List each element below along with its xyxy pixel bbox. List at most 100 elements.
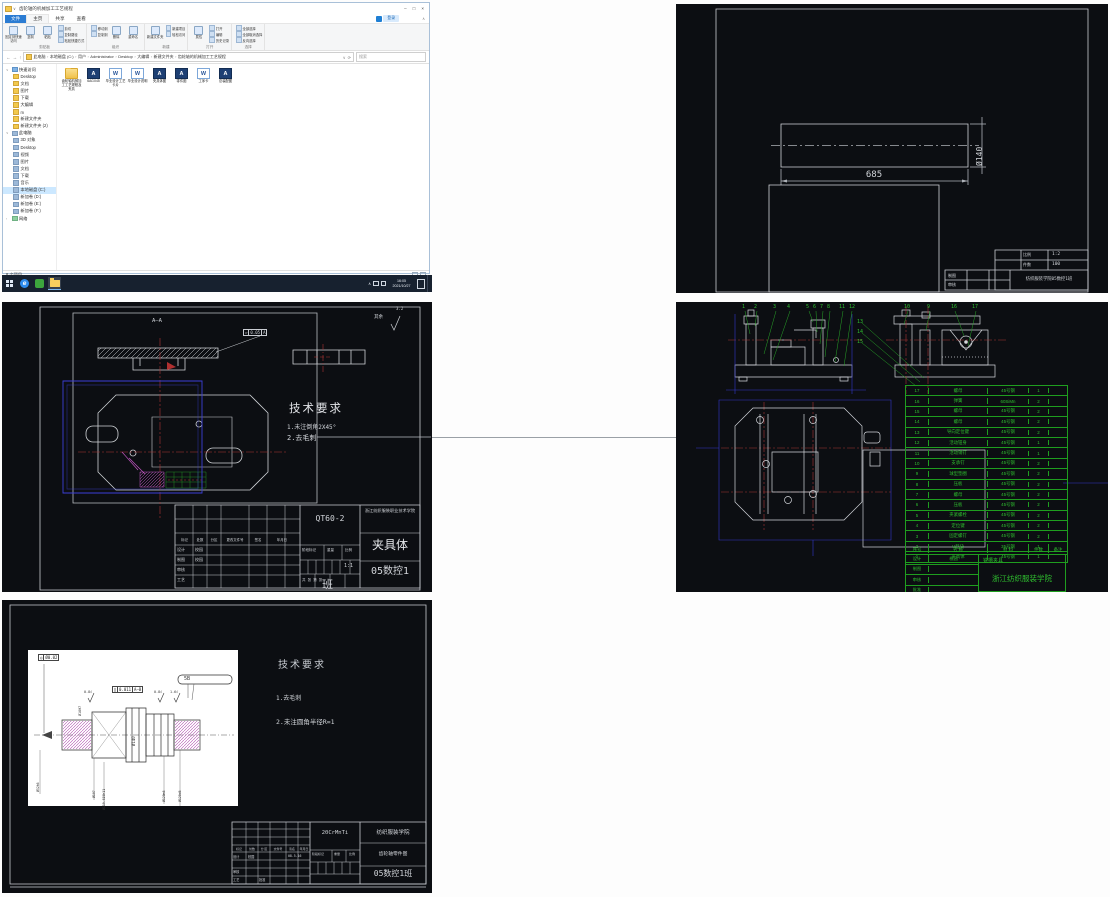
tray-expand-icon[interactable]: ∧ [368,281,371,286]
tab-share[interactable]: 共享 [49,15,70,23]
file-item[interactable]: 总装配图 [215,68,236,84]
sidebar-item[interactable]: 下载 [3,94,56,101]
sidebar-item[interactable]: 新加卷 (F:) [3,208,56,215]
file-item[interactable]: 毕业设计工艺卡片 [105,68,126,88]
title-bar: ∨ 齿轮轴的机械加工工艺规程 – □ × [3,3,429,14]
file-item[interactable]: 齿轮轴机械加工工艺规程及夹具 [61,68,82,92]
maximize-button[interactable]: □ [413,6,416,11]
history-button[interactable]: 历史记录 [209,37,229,43]
tab-view[interactable]: 查看 [71,15,92,23]
forward-button[interactable]: → [13,55,18,60]
sidebar-item[interactable]: 新建文件夹 (2) [3,123,56,130]
ime-icon[interactable] [373,281,379,287]
up-button[interactable]: ↑ [19,55,21,60]
copy-to-button[interactable]: 复制到 [91,31,107,37]
network-item[interactable]: › 网络 [3,215,56,222]
tab-home[interactable]: 主页 [26,14,49,23]
section-label: A—A [152,318,162,324]
approve-label: 批准 [259,877,265,882]
balloon-number: 10 [904,304,910,310]
material-spec: 20CrMnTi [312,830,358,836]
sidebar-item[interactable]: 新建文件夹 [3,116,56,123]
close-button[interactable]: × [421,6,424,11]
easy-access-button[interactable]: 轻松访问 [166,31,186,37]
delete-button[interactable]: 删除 [108,25,125,44]
drafter-label: 制图 [948,273,956,279]
sidebar-item[interactable]: 视频 [3,151,56,158]
sidebar-item[interactable]: Desktop [3,144,56,151]
sidebar-item[interactable]: 3D 对象 [3,137,56,144]
breadcrumb-segment[interactable]: 此电脑 [33,54,49,60]
breadcrumb-segment[interactable]: 齿轮轴的机械加工工艺规程 [178,54,229,60]
sidebar-item[interactable]: 文档 [3,80,56,87]
breadcrumb-segment[interactable]: 本地磁盘 (C:) [50,54,78,60]
volume-icon[interactable] [381,281,387,287]
app-taskbar-button[interactable] [33,277,46,290]
this-pc-header[interactable]: ∨ 此电脑 [3,130,56,137]
rename-button[interactable]: 重命名 [125,25,142,44]
tech-requirements-title: 技术要求 [278,656,326,671]
sidebar-item[interactable]: 文档 [3,165,56,172]
search-input[interactable]: 搜索 [356,52,426,62]
paste-shortcut-button[interactable]: 粘贴快捷方式 [58,37,84,43]
dropdown-icon[interactable]: ∨ [343,55,346,60]
folder-icon [13,95,19,101]
back-button[interactable]: ← [6,55,11,60]
breadcrumb-segment[interactable]: 用户 [78,54,90,60]
breadcrumb-segment[interactable]: Administrator [90,54,118,60]
network-icon [12,216,18,222]
dim-4: Ø120m6 [162,790,166,802]
taskbar-clock[interactable]: 16:05 2021/10/27 [388,279,415,288]
system-tray: ∧ 16:05 2021/10/27 [368,275,432,292]
sidebar-item[interactable]: 新加卷 (D:) [3,194,56,201]
edge-taskbar-button[interactable]: e [18,277,31,290]
designer-name: 校园 [248,854,254,859]
file-explorer-panel: ∨ 齿轮轴的机械加工工艺规程 – □ × 文件 主页 共享 查看 登录 [2,2,432,293]
file-item[interactable]: 6AGX45 [83,68,104,84]
address-bar[interactable]: 此电脑本地磁盘 (C:)用户AdministratorDesktop大编辑新建文… [23,52,354,62]
quick-access-toolbar[interactable]: ∨ [5,6,16,12]
show-desktop-button[interactable] [427,275,430,292]
copy-path-icon [58,31,64,37]
action-center-icon[interactable] [417,279,425,289]
sidebar-item[interactable]: 新加卷 (E:) [3,201,56,208]
chevron-icon: › [6,217,10,221]
invert-selection-button[interactable]: 反向选择 [236,37,262,43]
sidebar-item[interactable]: 图片 [3,158,56,165]
sidebar-item[interactable]: 图片 [3,87,56,94]
cut-icon [58,25,64,31]
new-folder-button[interactable]: 新建文件夹 [147,25,164,44]
quick-access-header[interactable]: ∨ 快速访问 [3,66,56,73]
file-item[interactable]: 夹具体图 [149,68,170,84]
file-item[interactable]: 零件图 [171,68,192,84]
ribbon-collapse-icon[interactable]: ∧ [422,16,425,21]
file-item[interactable]: 毕业设计说明 [127,68,148,84]
explorer-taskbar-button[interactable] [48,277,61,290]
properties-button[interactable]: 属性 [190,25,207,44]
drive-icon [13,166,19,172]
file-item[interactable]: 工序卡 [193,68,214,84]
pin-quick-access-button[interactable]: 固定到快速访问 [5,25,22,44]
breadcrumb-segment[interactable]: Desktop [118,54,137,60]
paste-icon [43,26,52,35]
paste-button[interactable]: 粘贴 [39,25,56,44]
sidebar-item[interactable]: 下载 [3,172,56,179]
breadcrumb-segment[interactable]: 新建文件夹 [154,54,178,60]
start-button[interactable] [3,277,16,290]
copy-button[interactable]: 复制 [22,25,39,44]
folder-icon [13,109,19,115]
sidebar-item[interactable]: 本地磁盘 (C:) [3,187,56,194]
minimize-button[interactable]: – [404,6,407,11]
sidebar-item[interactable]: m [3,109,56,116]
sidebar-item[interactable]: 音乐 [3,180,56,187]
sidebar-item[interactable]: 大编辑 [3,101,56,108]
geometric-tolerance-frame: ▱0.05A [243,329,267,336]
copy-to-icon [91,31,97,37]
tab-file[interactable]: 文件 [5,15,26,23]
school-name: 浙江纺织服装学院 [979,573,1065,584]
sidebar-item[interactable]: Desktop [3,73,56,80]
breadcrumb-segment[interactable]: 大编辑 [137,54,153,60]
signin-button[interactable]: 登录 [376,15,399,22]
surface-finish-1: 0.8√ [84,690,92,694]
refresh-icon[interactable]: ⟳ [348,55,351,60]
